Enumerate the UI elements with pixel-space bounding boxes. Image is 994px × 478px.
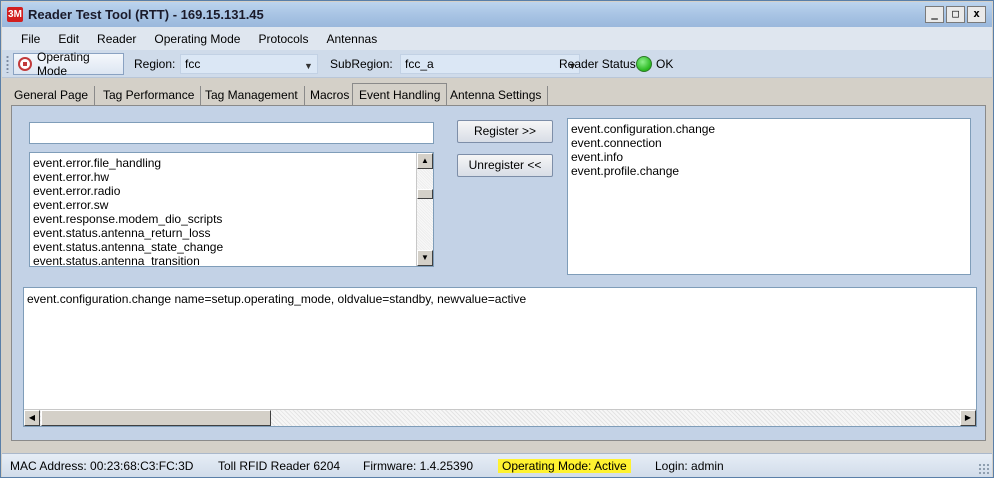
menu-reader[interactable]: Reader	[88, 32, 145, 46]
tab-tag-performance[interactable]: Tag Performance	[97, 86, 202, 106]
event-log[interactable]: event.configuration.change name=setup.op…	[23, 287, 977, 427]
region-value: fcc	[185, 57, 201, 71]
event-handling-panel: Register >> Unregister << event.error.fi…	[11, 105, 986, 441]
app-window: 3M Reader Test Tool (RTT) - 169.15.131.4…	[0, 0, 994, 478]
vertical-scrollbar[interactable]: ▲ ▼	[416, 153, 433, 266]
subregion-value: fcc_a	[405, 57, 434, 71]
menu-bar: File Edit Reader Operating Mode Protocol…	[2, 27, 992, 50]
tab-antenna-settings[interactable]: Antenna Settings	[444, 86, 549, 106]
list-item[interactable]: event.error.file_handling	[30, 156, 433, 170]
firmware-version: Firmware: 1.4.25390	[363, 459, 474, 473]
menu-file[interactable]: File	[12, 32, 49, 46]
mac-address: MAC Address: 00:23:68:C3:FC:3D	[10, 459, 194, 473]
status-bar: MAC Address: 00:23:68:C3:FC:3D Toll RFID…	[2, 453, 992, 477]
tab-event-handling[interactable]: Event Handling	[352, 83, 448, 107]
window-title: Reader Test Tool (RTT) - 169.15.131.45	[28, 7, 264, 22]
list-item[interactable]: event.status.antenna_transition	[30, 254, 433, 266]
scroll-right-icon[interactable]: ▶	[960, 410, 976, 426]
list-item[interactable]: event.connection	[568, 136, 970, 150]
subregion-select[interactable]: fcc_a ▼	[400, 54, 580, 74]
scroll-left-icon[interactable]: ◀	[24, 410, 40, 426]
login-status: Login: admin	[655, 459, 724, 473]
minimize-button[interactable]: _	[925, 6, 944, 23]
scroll-thumb[interactable]	[417, 189, 433, 199]
region-label: Region:	[134, 57, 176, 71]
operating-mode-status: Operating Mode: Active	[498, 459, 631, 473]
toolbar-grip[interactable]	[6, 55, 9, 73]
log-line: event.configuration.change name=setup.op…	[27, 292, 527, 306]
list-item[interactable]: event.response.modem_dio_scripts	[30, 212, 433, 226]
list-item[interactable]: event.error.hw	[30, 170, 433, 184]
horizontal-scrollbar[interactable]: ◀ ▶	[24, 409, 976, 426]
tab-macros[interactable]: Macros	[304, 86, 357, 106]
reader-model: Toll RFID Reader 6204	[218, 459, 341, 473]
scroll-up-icon[interactable]: ▲	[417, 153, 433, 169]
menu-edit[interactable]: Edit	[49, 32, 88, 46]
app-logo: 3M	[7, 7, 23, 22]
window-controls: _ □ x	[925, 6, 986, 23]
menu-protocols[interactable]: Protocols	[249, 32, 317, 46]
stop-icon	[18, 57, 32, 71]
unregister-button[interactable]: Unregister <<	[457, 154, 553, 177]
menu-operating-mode[interactable]: Operating Mode	[145, 32, 249, 46]
title-bar[interactable]: 3M Reader Test Tool (RTT) - 169.15.131.4…	[2, 2, 992, 27]
reader-status-label: Reader Status:	[559, 57, 640, 71]
status-led-icon	[636, 56, 652, 72]
registered-events-list[interactable]: event.configuration.change event.connect…	[567, 118, 971, 275]
list-item[interactable]: event.configuration.change	[568, 122, 970, 136]
maximize-button[interactable]: □	[946, 6, 965, 23]
tab-tag-management[interactable]: Tag Management	[199, 86, 305, 106]
close-button[interactable]: x	[967, 6, 986, 23]
reader-status-value: OK	[656, 57, 674, 71]
tab-general-page[interactable]: General Page	[8, 86, 96, 106]
list-item[interactable]: event.info	[568, 150, 970, 164]
list-item[interactable]: event.profile.change	[568, 164, 970, 178]
tab-strip: General Page Tag Performance Tag Managem…	[2, 78, 992, 107]
scroll-down-icon[interactable]: ▼	[417, 250, 433, 266]
register-button[interactable]: Register >>	[457, 120, 553, 143]
operating-mode-label: Operating Mode	[37, 50, 90, 78]
resize-grip-icon[interactable]	[978, 463, 989, 474]
menu-antennas[interactable]: Antennas	[317, 32, 386, 46]
operating-mode-button[interactable]: Operating Mode	[13, 50, 124, 78]
chevron-down-icon: ▼	[304, 61, 313, 71]
list-item[interactable]: event.status.antenna_return_loss	[30, 226, 433, 240]
available-events-list[interactable]: event.error.file_handling event.error.hw…	[29, 152, 434, 267]
list-item[interactable]: event.status.antenna_state_change	[30, 240, 433, 254]
event-filter-input[interactable]	[29, 122, 434, 144]
scroll-thumb[interactable]	[41, 410, 271, 426]
list-item[interactable]: event.error.radio	[30, 184, 433, 198]
region-select[interactable]: fcc ▼	[180, 54, 318, 74]
toolbar: Operating Mode Region: fcc ▼ SubRegion: …	[2, 50, 992, 78]
list-item[interactable]: event.error.sw	[30, 198, 433, 212]
subregion-label: SubRegion:	[330, 57, 393, 71]
